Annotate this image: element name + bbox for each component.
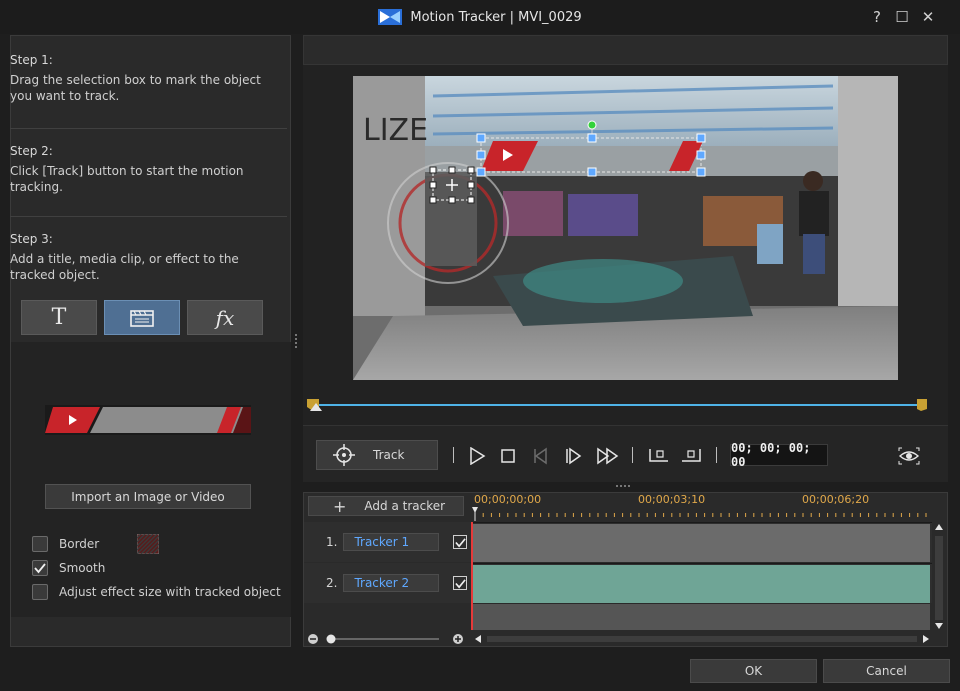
scroll-arrows-icon <box>935 524 943 629</box>
fast-forward-icon <box>597 447 619 465</box>
step-1-body: Drag the selection box to mark the objec… <box>10 73 261 103</box>
timeline-playhead[interactable] <box>471 522 473 630</box>
zoom-slider[interactable] <box>307 633 467 645</box>
border-option[interactable]: Border <box>32 534 99 554</box>
tracker-name-field[interactable]: Tracker 1 <box>343 533 440 551</box>
mark-out-icon <box>682 449 701 462</box>
step-2-body: Click [Track] button to start the motion… <box>10 164 244 194</box>
maximize-button[interactable]: ☐ <box>893 8 911 26</box>
app-logo-icon <box>378 9 403 25</box>
separator <box>632 447 633 463</box>
panel-splitter-handle[interactable] <box>294 332 298 356</box>
stop-icon <box>501 449 515 463</box>
tracker-index: 2. <box>326 576 338 590</box>
tracker-visible-checkbox[interactable] <box>453 535 468 549</box>
tracker-clip-2[interactable] <box>473 565 930 603</box>
media-clip-icon <box>130 309 154 327</box>
previous-frame-icon <box>534 447 547 465</box>
adjust-size-checkbox[interactable] <box>32 584 48 600</box>
track-button[interactable]: Track <box>316 440 438 470</box>
tracker-index: 1. <box>326 535 338 549</box>
step-3: Step 3: Add a title, media clip, or effe… <box>10 231 285 283</box>
play-button[interactable] <box>467 446 487 466</box>
smooth-option[interactable]: Smooth <box>32 558 105 578</box>
border-color-swatch[interactable] <box>137 534 159 554</box>
ruler-label: 00;00;06;20 <box>802 493 870 506</box>
ok-button[interactable]: OK <box>690 659 817 683</box>
plus-icon: + <box>333 496 347 516</box>
stop-button[interactable] <box>498 446 518 466</box>
tracker-row-1-header: 1. Tracker 1 <box>304 522 472 562</box>
svg-text:LIZE: LIZE <box>363 113 428 148</box>
step-1: Step 1: Drag the selection box to mark t… <box>10 52 285 104</box>
fx-icon: fx <box>215 305 235 330</box>
title-tool-icon: T <box>51 305 67 330</box>
timecode-display[interactable]: 00; 00; 00; 00 <box>730 441 828 469</box>
step-3-title: Step 3: <box>10 232 53 246</box>
help-button[interactable]: ? <box>868 8 886 26</box>
next-frame-icon <box>566 447 582 465</box>
divider <box>10 216 287 217</box>
mark-in-button[interactable] <box>648 446 670 466</box>
fast-forward-button[interactable] <box>596 446 620 466</box>
seek-bar[interactable] <box>307 397 929 415</box>
step-2: Step 2: Click [Track] button to start th… <box>10 143 285 195</box>
add-title-button[interactable]: T <box>21 300 97 335</box>
separator <box>453 447 454 463</box>
crosshair-icon <box>333 444 355 466</box>
timeline-horizontal-scrollbar[interactable] <box>473 633 931 645</box>
smooth-checkbox[interactable] <box>32 560 48 576</box>
step-3-body: Add a title, media clip, or effect to th… <box>10 252 239 282</box>
h-scroll-arrows-icon <box>475 635 929 643</box>
selected-media-thumbnail[interactable] <box>45 405 251 435</box>
divider <box>10 128 287 129</box>
video-preview[interactable]: LIZE <box>353 76 898 380</box>
previous-frame-button[interactable] <box>531 446 551 466</box>
empty-track-area <box>473 604 930 630</box>
check-icon <box>455 537 466 547</box>
track-label: Track <box>373 448 405 462</box>
step-2-title: Step 2: <box>10 144 53 158</box>
zoom-slider-icon <box>308 634 463 644</box>
tracker-visible-checkbox[interactable] <box>453 576 468 590</box>
timeline-splitter-handle[interactable] <box>616 485 634 488</box>
add-effect-button[interactable]: fx <box>187 300 263 335</box>
play-icon <box>470 447 486 465</box>
add-tracker-label: Add a tracker <box>364 499 446 513</box>
border-checkbox[interactable] <box>32 536 48 552</box>
tracker-clip-1[interactable] <box>473 524 930 562</box>
window-title-wrap: Motion Tracker | MVI_0029 <box>0 0 960 34</box>
add-tracker-button[interactable]: + Add a tracker <box>308 496 464 516</box>
import-image-video-button[interactable]: Import an Image or Video <box>45 484 251 509</box>
adjust-size-option[interactable]: Adjust effect size with tracked object <box>32 582 281 602</box>
check-icon <box>455 578 466 588</box>
check-icon <box>34 563 46 574</box>
mark-out-button[interactable] <box>680 446 702 466</box>
border-label: Border <box>59 537 100 551</box>
step-1-title: Step 1: <box>10 53 53 67</box>
next-frame-button[interactable] <box>563 446 583 466</box>
preview-header <box>303 35 948 65</box>
close-button[interactable]: ✕ <box>919 8 937 26</box>
smooth-label: Smooth <box>59 561 106 575</box>
tracker-name-field[interactable]: Tracker 2 <box>343 574 440 592</box>
ruler-label: 00;00;00;00 <box>474 493 542 506</box>
add-media-button[interactable] <box>104 300 180 335</box>
ruler-label: 00;00;03;10 <box>638 493 706 506</box>
tracker-row-2-header: 2. Tracker 2 <box>304 563 472 603</box>
mark-in-icon <box>649 449 668 462</box>
adjust-size-label: Adjust effect size with tracked object <box>59 585 281 599</box>
cancel-button[interactable]: Cancel <box>823 659 950 683</box>
timeline-vertical-scrollbar[interactable] <box>932 522 946 632</box>
separator <box>716 447 717 463</box>
preview-mode-button[interactable] <box>898 446 920 466</box>
window-title: Motion Tracker | MVI_0029 <box>410 9 582 25</box>
eye-icon <box>898 447 920 465</box>
mark-out-handle <box>917 399 927 411</box>
